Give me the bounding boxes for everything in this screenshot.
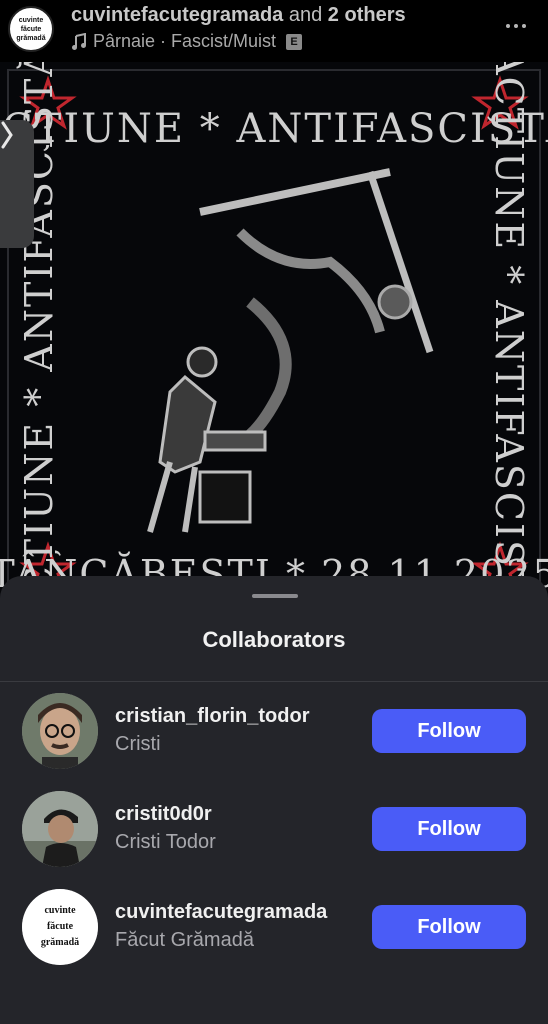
sheet-title: Collaborators <box>202 627 346 652</box>
svg-text:grămadă: grămadă <box>16 35 45 42</box>
collaborator-username[interactable]: cuvintefacutegramada <box>115 901 327 924</box>
svg-text:făcute: făcute <box>21 26 42 33</box>
avatar[interactable]: cuvinte făcute grămadă <box>22 889 98 965</box>
collaborator-row[interactable]: cristit0d0r Cristi Todor Follow <box>0 791 548 871</box>
post-header: cuvinte făcute grămadă cuvintefacutegram… <box>0 0 548 62</box>
dot-icon <box>514 24 518 28</box>
author-avatar-logo: cuvinte făcute grămadă <box>11 9 51 49</box>
avatar[interactable] <box>22 693 98 769</box>
svg-text:cuvinte: cuvinte <box>19 17 44 24</box>
svg-text:grămadă: grămadă <box>41 937 79 948</box>
song-info[interactable]: Pârnaie · Fascist/Muist E <box>71 31 303 52</box>
post-artwork[interactable]: ACȚIUNE * ANTIFASCISTĂ TÂNCĂBEȘTI * 28.1… <box>0 62 548 610</box>
profile-photo <box>22 693 98 769</box>
collaborator-fullname: Cristi <box>115 733 161 755</box>
collaborator-fullname: Făcut Grămadă <box>115 929 254 951</box>
artwork-top-text: ACȚIUNE * ANTIFASCISTĂ <box>0 105 548 152</box>
dot-icon <box>506 24 510 28</box>
more-options-button[interactable] <box>506 14 528 38</box>
collaborator-fullname: Cristi Todor <box>115 831 216 853</box>
artwork-illustration: ACȚIUNE * ANTIFASCISTĂ TÂNCĂBEȘTI * 28.1… <box>0 62 548 610</box>
chevron-right-icon <box>1 121 13 149</box>
collaborators-sheet: Collaborators cristian_florin_todor Cris… <box>0 576 548 1024</box>
svg-text:făcute: făcute <box>47 921 74 932</box>
collaborator-username[interactable]: cristian_florin_todor <box>115 705 309 728</box>
artwork-right-text: ACȚIUNE * ANTIFASCISTĂ <box>487 62 531 610</box>
post-author[interactable]: cuvintefacutegramada <box>71 4 283 26</box>
side-panel-tab[interactable] <box>0 120 34 248</box>
profile-photo <box>22 791 98 867</box>
dot-icon <box>522 24 526 28</box>
song-title: Pârnaie · Fascist/Muist <box>93 31 277 51</box>
follow-button[interactable]: Follow <box>372 709 526 753</box>
music-note-icon <box>72 32 86 50</box>
avatar[interactable] <box>22 791 98 867</box>
others-link[interactable]: 2 others <box>328 4 406 26</box>
post-author-line[interactable]: cuvintefacutegramada and 2 others <box>71 4 406 27</box>
collaborator-row[interactable]: cristian_florin_todor Cristi Follow <box>0 693 548 773</box>
author-avatar[interactable]: cuvinte făcute grămadă <box>8 6 54 52</box>
collaborator-row[interactable]: cuvinte făcute grămadă cuvintefacutegram… <box>0 889 548 969</box>
divider <box>0 681 548 682</box>
follow-button[interactable]: Follow <box>372 905 526 949</box>
collaborator-username[interactable]: cristit0d0r <box>115 803 212 826</box>
explicit-badge: E <box>286 33 303 50</box>
svg-text:cuvinte: cuvinte <box>44 905 76 916</box>
follow-button[interactable]: Follow <box>372 807 526 851</box>
band-logo: cuvinte făcute grămadă <box>22 889 98 965</box>
sheet-grabber[interactable] <box>252 594 298 598</box>
and-label: and <box>288 4 323 26</box>
